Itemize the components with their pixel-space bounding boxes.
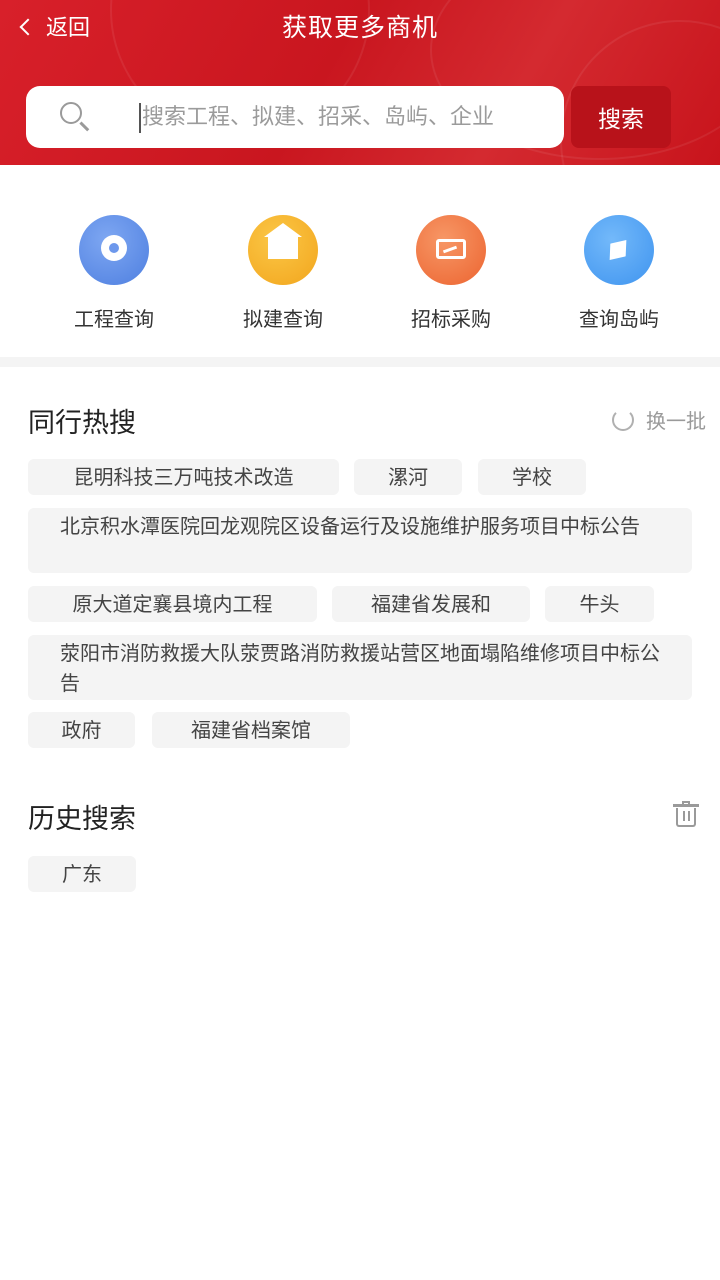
hot-search-tag[interactable]: 原大道定襄县境内工程 <box>28 586 317 622</box>
compass-icon <box>584 215 654 285</box>
search-input[interactable] <box>142 86 560 148</box>
quick-link-label: 查询岛屿 <box>579 307 659 331</box>
search-button[interactable]: 搜索 <box>571 86 671 148</box>
refresh-button[interactable]: 换一批 <box>612 405 706 434</box>
history-tag[interactable]: 广东 <box>28 856 136 892</box>
quick-link-bidding[interactable]: 招标采购 <box>381 215 521 332</box>
quick-link-island-query[interactable]: 查询岛屿 <box>549 215 689 332</box>
quick-link-planned-query[interactable]: 拟建查询 <box>213 215 353 332</box>
house-icon <box>248 215 318 285</box>
hot-search-tag[interactable]: 牛头 <box>545 586 654 622</box>
hot-search-title: 同行热搜 <box>28 408 136 439</box>
history-title: 历史搜索 <box>28 804 136 835</box>
hot-search-tag[interactable]: 漯河 <box>354 459 462 495</box>
refresh-label: 换一批 <box>646 409 706 433</box>
camera-icon <box>79 215 149 285</box>
chart-screen-icon <box>416 215 486 285</box>
hot-search-tag[interactable]: 政府 <box>28 712 135 748</box>
quick-link-label: 招标采购 <box>411 307 491 331</box>
section-divider <box>0 357 720 367</box>
quick-links: 工程查询 拟建查询 招标采购 查询岛屿 <box>0 165 720 357</box>
refresh-icon <box>612 408 634 431</box>
quick-link-label: 拟建查询 <box>243 307 323 331</box>
search-icon <box>60 102 82 124</box>
quick-link-label: 工程查询 <box>74 307 154 331</box>
text-cursor <box>139 103 141 133</box>
hot-search-tag[interactable]: 荥阳市消防救援大队荥贾路消防救援站营区地面塌陷维修项目中标公告 <box>28 635 692 700</box>
hot-search-tag[interactable]: 昆明科技三万吨技术改造 <box>28 459 339 495</box>
quick-link-project-query[interactable]: 工程查询 <box>44 215 184 332</box>
trash-icon[interactable] <box>673 801 699 827</box>
hot-search-tag[interactable]: 福建省档案馆 <box>152 712 350 748</box>
search-box <box>26 86 564 148</box>
hot-search-tag[interactable]: 学校 <box>478 459 586 495</box>
hot-search-tag[interactable]: 福建省发展和 <box>332 586 530 622</box>
header-bar: 返回 获取更多商机 搜索 <box>0 0 720 165</box>
page-title: 获取更多商机 <box>281 13 438 42</box>
hot-search-tag[interactable]: 北京积水潭医院回龙观院区设备运行及设施维护服务项目中标公告 <box>28 508 692 573</box>
